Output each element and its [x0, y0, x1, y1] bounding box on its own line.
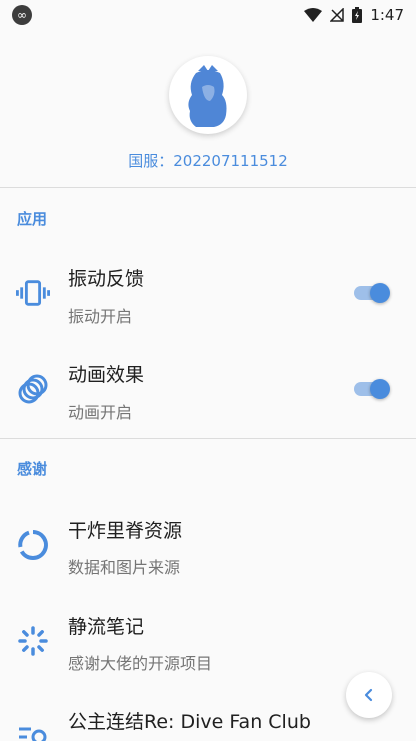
thanks-title: 静流笔记	[68, 616, 145, 638]
server-info: 国服：202207111512	[128, 152, 288, 170]
progress-ring-icon	[16, 528, 50, 562]
setting-title: 振动反馈	[68, 268, 145, 290]
animation-rings-icon	[16, 372, 50, 406]
setting-animation[interactable]: 动画效果 动画开启	[0, 344, 416, 434]
thanks-item-notes[interactable]: 静流笔记 感谢大佬的开源项目	[0, 594, 416, 684]
infinity-icon: ∞	[12, 5, 32, 25]
header-top-text: ... .. ... . ... . ..	[88, 14, 328, 34]
vibration-icon	[16, 276, 50, 310]
setting-subtitle: 振动开启	[68, 307, 133, 326]
thanks-title: 公主连结Re: Dive Fan Club	[68, 711, 311, 733]
search-list-icon	[16, 720, 50, 741]
no-signal-icon	[330, 8, 345, 22]
thanks-subtitle: 数据和图片来源	[68, 558, 181, 577]
divider	[0, 438, 416, 439]
thanks-item-resources[interactable]: 干炸里脊资源 数据和图片来源	[0, 498, 416, 588]
clock: 1:47	[370, 6, 404, 24]
setting-vibration[interactable]: 振动反馈 振动开启	[0, 248, 416, 338]
chevron-left-icon	[364, 688, 373, 702]
section-title-thanks: 感谢	[17, 460, 48, 478]
loading-dots-icon	[16, 624, 50, 658]
character-avatar-icon	[188, 65, 227, 127]
section-title-app: 应用	[17, 210, 48, 228]
divider	[0, 187, 416, 188]
thanks-subtitle: 感谢大佬的开源项目	[68, 654, 213, 673]
battery-charging-icon	[352, 7, 363, 23]
vibration-toggle[interactable]	[352, 281, 392, 305]
avatar[interactable]	[169, 56, 247, 134]
animation-toggle[interactable]	[352, 377, 392, 401]
setting-title: 动画效果	[68, 364, 145, 386]
setting-subtitle: 动画开启	[68, 403, 133, 422]
back-fab-button[interactable]	[346, 672, 392, 718]
thanks-title: 干炸里脊资源	[68, 520, 183, 542]
